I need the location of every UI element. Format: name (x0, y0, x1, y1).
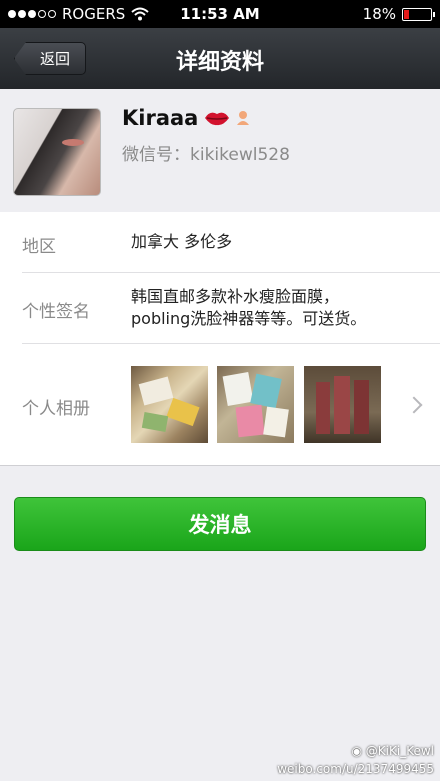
album-photo[interactable] (131, 366, 208, 443)
battery-icon (402, 7, 435, 21)
info-card: 地区 加拿大 多伦多 个性签名 韩国直邮多款补水瘦脸面膜， pobling洗脸神… (0, 212, 440, 466)
signature-row: 个性签名 韩国直邮多款补水瘦脸面膜， pobling洗脸神器等等。可送货。 (0, 273, 440, 343)
signature-line-1: 韩国直邮多款补水瘦脸面膜， (131, 287, 340, 306)
avatar[interactable] (13, 108, 101, 196)
region-row: 地区 加拿大 多伦多 (0, 212, 440, 272)
kiss-lips-icon (205, 112, 230, 126)
page-title: 详细资料 (175, 50, 264, 75)
album-photo[interactable] (217, 366, 294, 443)
signature-value: 韩国直邮多款补水瘦脸面膜， pobling洗脸神器等等。可送货。 (131, 286, 366, 330)
battery-area: 18% (362, 5, 435, 23)
wechat-id: 微信号：kikikewl528 (122, 145, 290, 165)
battery-percent: 18% (362, 5, 396, 23)
watermark-handle: @KiKi_Kewl (365, 744, 434, 758)
weibo-logo-icon: ◉ (351, 744, 362, 758)
battery-level-fill (404, 9, 409, 19)
watermark-url: weibo.com/u/2137499455 (277, 762, 434, 776)
region-value: 加拿大 多伦多 (131, 232, 233, 251)
chevron-right-icon (405, 396, 423, 414)
album-photo[interactable] (304, 366, 381, 443)
navigation-bar: 返回 详细资料 (0, 28, 440, 90)
name-row: Kiraaa (122, 106, 250, 130)
status-bar: ROGERS 11:53 AM 18% (0, 0, 440, 28)
watermark: ◉ @KiKi_Kewl weibo.com/u/2137499455 (277, 742, 434, 778)
profile-name: Kiraaa (122, 106, 199, 130)
album-label: 个人相册 (22, 399, 90, 419)
send-message-button[interactable]: 发消息 (14, 497, 426, 551)
album-row[interactable]: 个人相册 (0, 344, 440, 465)
signature-label: 个性签名 (22, 302, 90, 322)
signature-line-2: pobling洗脸神器等等。可送货。 (131, 309, 367, 328)
female-gender-icon (237, 111, 250, 125)
region-label: 地区 (22, 237, 56, 257)
